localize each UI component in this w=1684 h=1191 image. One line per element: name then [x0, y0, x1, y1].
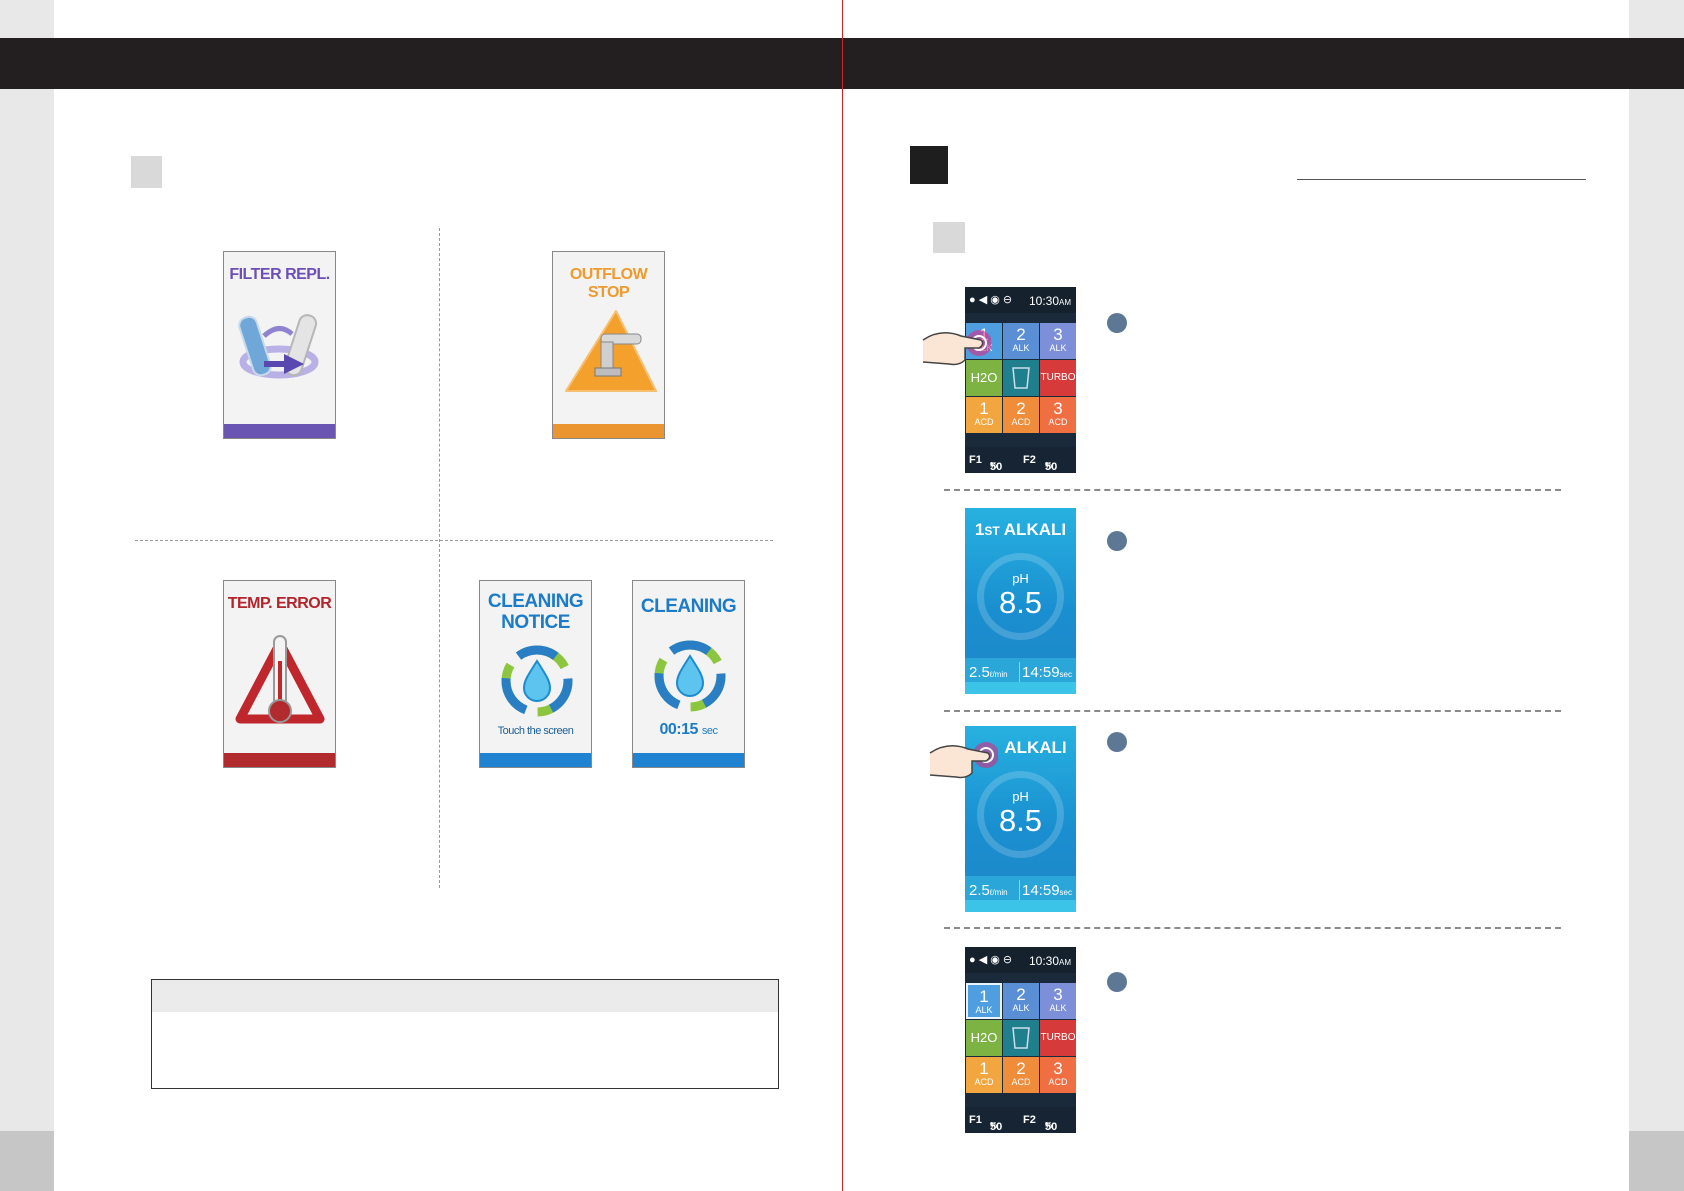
- card-title: OUTFLOW STOP: [569, 266, 648, 301]
- outflow-stop-card: OUTFLOW STOP: [552, 251, 665, 439]
- card-title: CLEANING: [640, 596, 737, 617]
- card-status-bar: [480, 753, 591, 767]
- card-status-bar: [553, 424, 664, 438]
- left-page-corner-tab: [0, 1131, 54, 1191]
- timer-value: 00:15: [659, 721, 699, 738]
- section-marker: [131, 156, 162, 188]
- thermometer-warning-icon: [235, 635, 325, 724]
- pointing-hand-icon: [929, 742, 998, 779]
- cup-icon: [1012, 367, 1030, 389]
- water-drop-cycle-icon: [654, 640, 726, 712]
- time-value: 14:59: [1022, 882, 1060, 899]
- clock-time: 10:30: [1029, 294, 1060, 308]
- title-underline: [1297, 179, 1586, 180]
- card-title: FILTER REPL.: [229, 266, 330, 283]
- timer-unit: sec: [701, 725, 718, 737]
- step-divider: [944, 927, 1561, 929]
- filter-status-footer: F1 50% F2 50%: [965, 447, 1076, 473]
- card-title-line2: NOTICE: [501, 612, 570, 633]
- status-icons: ● ◀ ◉ ⊖: [969, 954, 1013, 966]
- card-status-bar: [633, 753, 744, 767]
- tile-cup[interactable]: [1003, 360, 1039, 396]
- page-divider: [842, 0, 843, 1191]
- menu-screen: ● ◀ ◉ ⊖ 10:30AM 1ALK 2ALK 3ALK H2O TURBO…: [965, 287, 1076, 473]
- right-page-corner-tab: [1629, 1131, 1684, 1191]
- card-caption: Touch the screen: [497, 725, 574, 737]
- flow-footer: 2.5ℓ/min 14:59sec: [965, 658, 1076, 694]
- cleaning-timer: 00:15 sec: [633, 721, 744, 739]
- mode-title: 1ST ALKALI: [974, 520, 1067, 539]
- time-value: 14:59: [1022, 664, 1060, 681]
- ph-value: 8.5: [998, 803, 1043, 838]
- flow-value: 2.5: [969, 664, 990, 681]
- flow-value: 2.5: [969, 882, 990, 899]
- outflow-stop-icon: [565, 310, 657, 392]
- tile-2-alk[interactable]: 2 ALK: [1003, 323, 1039, 359]
- tile-1-acd[interactable]: 1 ACD: [966, 397, 1002, 433]
- clock-suffix: AM: [1059, 958, 1072, 967]
- filter-replace-card: FILTER REPL.: [223, 251, 336, 439]
- grid-divider-horizontal: [135, 540, 773, 541]
- card-status-bar: [224, 753, 335, 767]
- ph-label: pH: [1012, 789, 1029, 804]
- chapter-marker: [910, 146, 948, 184]
- cleaning-notice-card: CLEANING NOTICE Touch the screen: [479, 580, 592, 768]
- menu-screen-selected: ● ◀ ◉ ⊖ 10:30AM 1 ALK 2 ALK 3 ALK H2O TURBO…: [965, 947, 1076, 1133]
- grid-divider-vertical: [439, 228, 440, 888]
- ph-screen: 1ST ALKALI pH 8.5 2.5ℓ/min 14:59sec: [965, 508, 1076, 694]
- tile-turbo[interactable]: TURBO: [1040, 1020, 1076, 1056]
- tile-cup[interactable]: [1003, 1020, 1039, 1056]
- status-bar: ● ◀ ◉ ⊖ 10:30AM: [965, 287, 1076, 313]
- ph-value: 8.5: [998, 585, 1043, 620]
- tile-2-acd[interactable]: 2 ACD: [1003, 397, 1039, 433]
- tile-3-alk[interactable]: 3 ALK: [1040, 983, 1076, 1019]
- tile-1-acd[interactable]: 1 ACD: [966, 1057, 1002, 1093]
- cleaning-card: CLEANING 00:15 sec: [632, 580, 745, 768]
- status-bar: ● ◀ ◉ ⊖ 10:30AM: [965, 947, 1076, 973]
- note-box: [151, 979, 779, 1089]
- tile-2-acd[interactable]: 2 ACD: [1003, 1057, 1039, 1093]
- card-status-bar: [224, 424, 335, 438]
- ph-label: pH: [1012, 571, 1029, 586]
- tile-h2o[interactable]: H2O: [966, 1020, 1002, 1056]
- step-bullet: [1107, 732, 1127, 752]
- tile-1-alk[interactable]: 1ALK: [966, 983, 1002, 1019]
- clock-suffix: AM: [1059, 298, 1072, 307]
- filter-status-footer: F1 50% F2 50%: [965, 1107, 1076, 1133]
- step-divider: [944, 710, 1561, 712]
- tile-turbo[interactable]: TURBO: [1040, 360, 1076, 396]
- tile-2-alk[interactable]: 2 ALK: [1003, 983, 1039, 1019]
- pointing-hand-icon: [922, 330, 991, 366]
- filter-replace-icon: [238, 314, 319, 379]
- section-marker: [933, 222, 965, 253]
- status-icons: ● ◀ ◉ ⊖: [969, 294, 1013, 306]
- temp-error-card: TEMP. ERROR: [223, 580, 336, 768]
- tile-3-acd[interactable]: 3 ACD: [1040, 397, 1076, 433]
- step-bullet: [1107, 972, 1127, 992]
- water-drop-cycle-icon: [501, 645, 573, 717]
- tile-3-acd[interactable]: 3 ACD: [1040, 1057, 1076, 1093]
- clock-time: 10:30: [1029, 954, 1060, 968]
- cup-icon: [1012, 1027, 1030, 1049]
- flow-footer: 2.5ℓ/min 14:59sec: [965, 876, 1076, 912]
- card-title-line1: CLEANING: [487, 591, 584, 612]
- tile-3-alk[interactable]: 3 ALK: [1040, 323, 1076, 359]
- step-bullet: [1107, 531, 1127, 551]
- note-box-header: [152, 980, 778, 1012]
- step-divider: [944, 489, 1561, 491]
- card-title: TEMP. ERROR: [227, 595, 332, 612]
- step-bullet: [1107, 313, 1127, 333]
